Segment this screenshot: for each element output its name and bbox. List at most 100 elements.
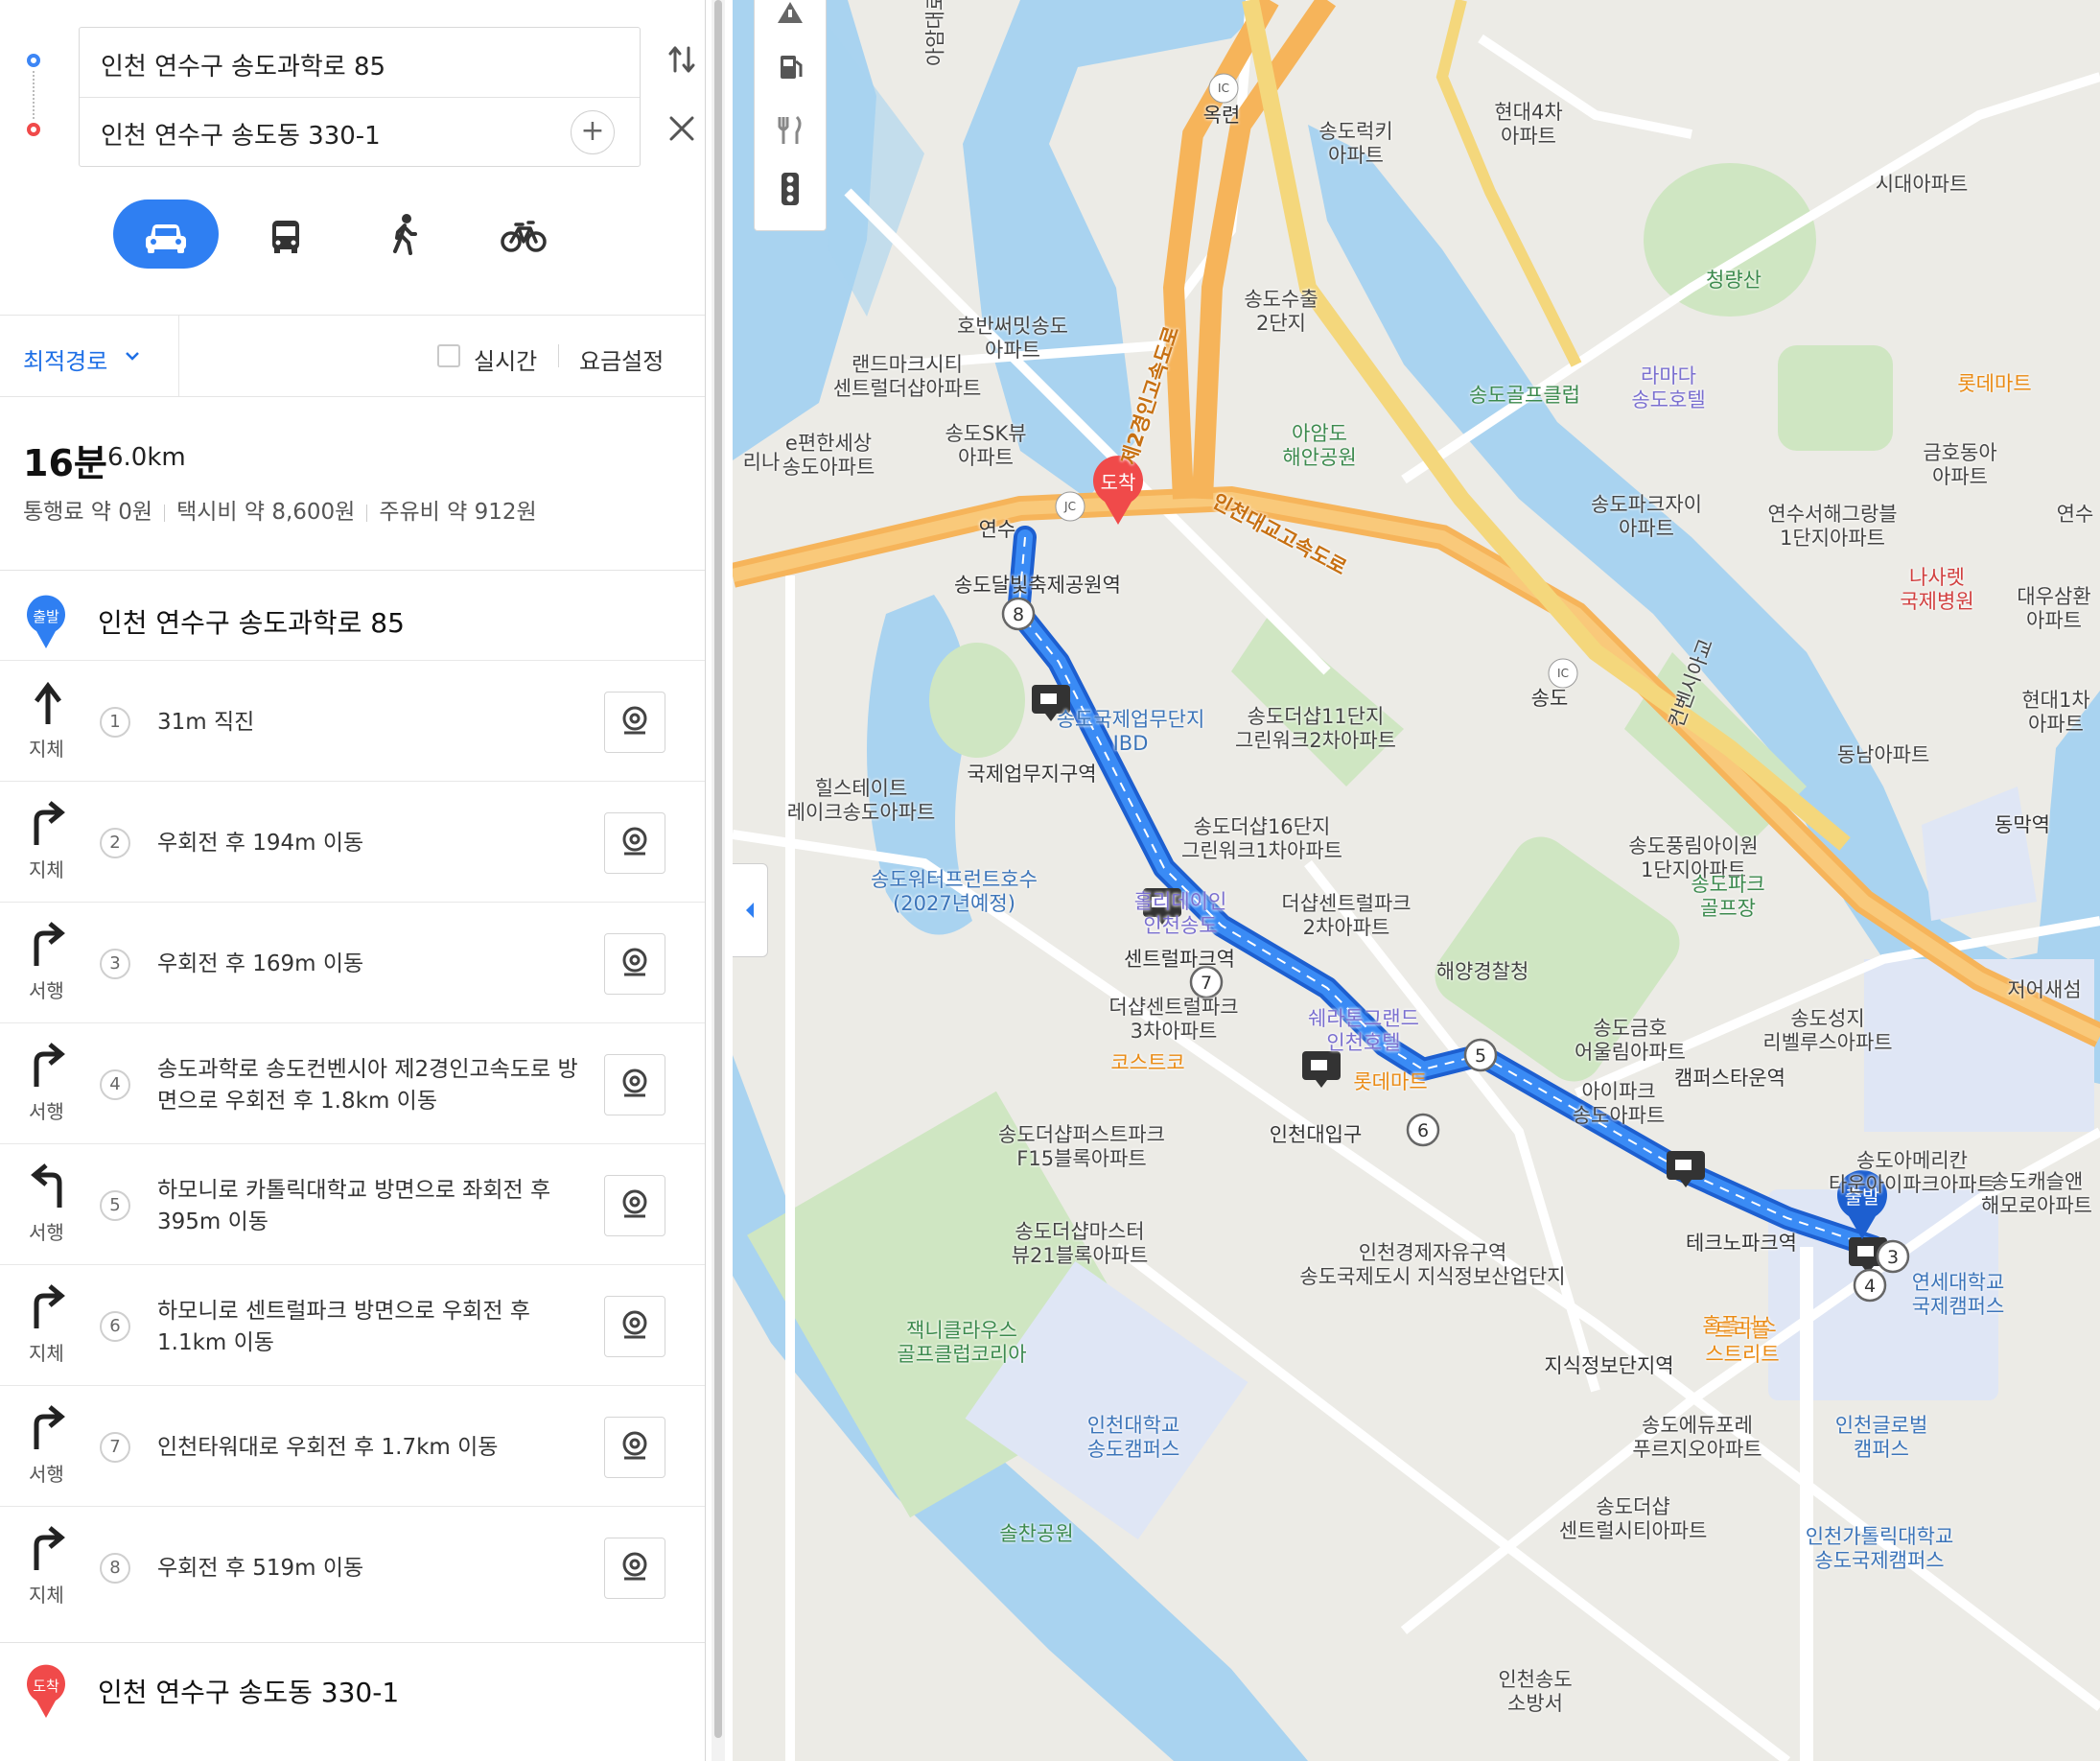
road-view-icon[interactable] [604, 812, 665, 874]
map-label[interactable]: 더샵센트럴파크 3차아파트 [1108, 996, 1238, 1044]
transit-mode-button[interactable] [232, 200, 338, 269]
bicycle-mode-button[interactable] [470, 200, 575, 269]
map-label[interactable]: 연세대학교 국제캠퍼스 [1912, 1271, 2005, 1319]
map-label[interactable]: 송도SK뷰 아파트 [945, 422, 1026, 470]
map-label[interactable]: 송도국제업무단지 IBD [1057, 708, 1205, 756]
map-label[interactable]: 리나 [743, 451, 781, 475]
walk-mode-button[interactable] [351, 200, 456, 269]
destination-field[interactable]: 인천 연수구 송도동 330-1 + [80, 97, 640, 166]
direction-step[interactable]: 지체 2 우회전 후 194m 이동 [0, 781, 705, 903]
realtime-checkbox[interactable] [437, 344, 460, 367]
road-view-icon[interactable] [604, 1417, 665, 1478]
map-label[interactable]: 송도에듀포레 푸르지오아파트 [1632, 1414, 1762, 1462]
map-label[interactable]: 송도수출 2단지 [1244, 288, 1318, 336]
map-label[interactable]: 인천대학교 송도캠퍼스 [1087, 1414, 1180, 1462]
map-label[interactable]: 더샵센트럴파크 2차아파트 [1281, 892, 1411, 940]
origin-field[interactable]: 인천 연수구 송도과학로 85 [80, 28, 640, 98]
scrollbar-thumb[interactable] [714, 0, 722, 1738]
direction-step[interactable]: 서행 4 송도과학로 송도컨벤시아 제2경인고속도로 방면으로 우회전 후 1.8k… [0, 1022, 705, 1144]
map-label[interactable]: 송도달빛축제공원역 [954, 574, 1121, 598]
direction-step[interactable]: 서행 3 우회전 후 169m 이동 [0, 902, 705, 1023]
map-label[interactable]: 아암대로 [924, 0, 948, 66]
map-label[interactable]: 현대4차 아파트 [1494, 101, 1562, 149]
map-label[interactable]: e편한세상 송도아파트 [782, 432, 875, 480]
end-place[interactable]: 도착 인천 연수구 송도동 330-1 [0, 1642, 705, 1735]
map-label[interactable]: 롯데마트 [1353, 1070, 1427, 1094]
map-label[interactable]: 라마다 송도호텔 [1631, 364, 1705, 412]
map-label[interactable]: 테크노파크역 [1686, 1232, 1797, 1256]
map-label[interactable]: 시대아파트 [1876, 173, 1969, 197]
map-label[interactable]: 송도더샵11단지 그린워크2차아파트 [1235, 705, 1396, 753]
map-label[interactable]: 해양경찰청 [1436, 960, 1529, 984]
panel-scrollbar[interactable] [712, 0, 725, 1761]
map-label[interactable]: 솔찬공원 [999, 1522, 1073, 1546]
map-label[interactable]: 송도워터프런트호수 (2027년예정) [871, 868, 1038, 916]
map-label[interactable]: 동막역 [1995, 813, 2050, 837]
map-label[interactable]: 송도더샵16단지 그린워크1차아파트 [1181, 815, 1342, 863]
map-label[interactable]: 힐스테이트 레이크송도아파트 [787, 777, 936, 825]
map-label[interactable]: 동남아파트 [1837, 743, 1930, 767]
direction-step[interactable]: 서행 5 하모니로 카톨릭대학교 방면으로 좌회전 후 395m 이동 [0, 1143, 705, 1265]
map-label[interactable]: 인천송도 소방서 [1498, 1668, 1572, 1716]
map-label[interactable]: 쉐라톤그랜드 인천호텔 [1308, 1007, 1419, 1055]
map-label[interactable]: 랜드마크시티 센트럴더샵아파트 [833, 353, 982, 401]
map-label[interactable]: 코스트코 [1110, 1051, 1184, 1075]
map-label[interactable]: 송도파크 골프장 [1691, 873, 1764, 921]
realtime-label[interactable]: 실시간 [474, 342, 537, 376]
direction-step[interactable]: 지체 8 우회전 후 519m 이동 [0, 1506, 705, 1628]
map-label[interactable]: 대우삼환 아파트 [2017, 585, 2090, 633]
add-waypoint-icon[interactable]: + [571, 110, 615, 154]
map-label[interactable]: 캠퍼스타운역 [1674, 1067, 1785, 1091]
road-view-icon[interactable] [604, 1296, 665, 1357]
map-label[interactable]: 인천경제자유구역 송도국제도시 지식정보산업단지 [1299, 1241, 1565, 1289]
fare-settings-button[interactable]: 요금설정 [579, 342, 664, 376]
map-label[interactable]: 센트럴파크역 [1124, 948, 1235, 972]
map-label[interactable]: 저어새섬 [2007, 978, 2081, 1002]
map-label[interactable]: 송도성지 리벨루스아파트 [1762, 1007, 1892, 1055]
direction-step[interactable]: 서행 7 인천타워대로 우회전 후 1.7km 이동 [0, 1385, 705, 1507]
map-label[interactable]: 잭니클라우스 골프클럽코리아 [897, 1319, 1026, 1367]
origin-input[interactable]: 인천 연수구 송도과학로 85 [101, 47, 385, 82]
map-label[interactable]: 연수 [979, 518, 1016, 542]
direction-step[interactable]: 지체 6 하모니로 센트럴파크 방면으로 우회전 후 1.1km 이동 [0, 1264, 705, 1386]
map-label[interactable]: 지식정보단지역 [1544, 1354, 1673, 1378]
map-label[interactable]: 인천가톨릭대학교 송도국제캠퍼스 [1806, 1525, 1954, 1573]
swap-icon[interactable] [667, 42, 696, 84]
map-label[interactable]: 아이파크 송도아파트 [1573, 1080, 1666, 1128]
road-view-icon[interactable] [604, 1054, 665, 1115]
map-label[interactable]: 송도아메리칸 타운아이파크아파트 [1829, 1149, 1995, 1197]
start-place[interactable]: 출발 인천 연수구 송도과학로 85 [0, 574, 705, 666]
map-label[interactable]: 연수서해그랑블 1단지아파트 [1767, 503, 1897, 551]
route-type-dropdown[interactable]: 최적경로 [0, 316, 179, 396]
map-label[interactable]: 롯데마트 [1957, 372, 2031, 396]
map-label[interactable]: 아암도 해안공원 [1282, 422, 1356, 470]
map-label[interactable]: 나사렛 국제병원 [1900, 566, 1973, 614]
map-label[interactable]: 연수 [2057, 503, 2094, 527]
map-label[interactable]: 송도금호 어울림아파트 [1575, 1017, 1686, 1065]
map-label[interactable]: 국제업무지구역 [967, 763, 1096, 787]
collapse-panel-button[interactable] [733, 863, 768, 957]
map-label[interactable]: 옥련 [1203, 104, 1241, 128]
map-label[interactable]: 트리플 스트리트 [1705, 1319, 1779, 1367]
map-label[interactable]: 인천대입구 [1270, 1123, 1363, 1147]
map-label[interactable]: 송도럭키 아파트 [1318, 120, 1392, 168]
map-label[interactable]: 송도캐슬앤 해모로아파트 [1981, 1170, 2092, 1218]
close-icon[interactable] [667, 113, 696, 152]
map-label[interactable]: 홀리데이인 인천송도 [1134, 890, 1227, 938]
map-label[interactable]: 송도더샵 센트럴시티아파트 [1559, 1495, 1708, 1543]
road-view-icon[interactable] [604, 1538, 665, 1599]
map-view[interactable]: 875643 도착 출발 IC JC IC 옥련 송도럭키 아파트 현대4차 아파트… [733, 0, 2100, 1761]
map-label[interactable]: 금호동아 아파트 [1923, 441, 1996, 489]
road-view-icon[interactable] [604, 692, 665, 753]
destination-input[interactable]: 인천 연수구 송도동 330-1 [101, 116, 381, 152]
car-mode-button[interactable] [113, 200, 219, 269]
direction-step[interactable]: 지체 1 31m 직진 [0, 660, 705, 782]
map-label[interactable]: 송도더샵마스터 뷰21블록아파트 [1012, 1220, 1149, 1268]
map-label[interactable]: 청량산 [1706, 269, 1762, 293]
road-view-icon[interactable] [604, 933, 665, 995]
map-label[interactable]: 현대1차 아파트 [2021, 689, 2089, 737]
map-label[interactable]: 송도 [1531, 687, 1569, 711]
map-label[interactable]: 인천글로벌 캠퍼스 [1835, 1414, 1928, 1462]
map-label[interactable]: 송도파크자이 아파트 [1591, 493, 1702, 541]
map-label[interactable]: 송도더샵퍼스트파크 F15블록아파트 [998, 1123, 1165, 1171]
